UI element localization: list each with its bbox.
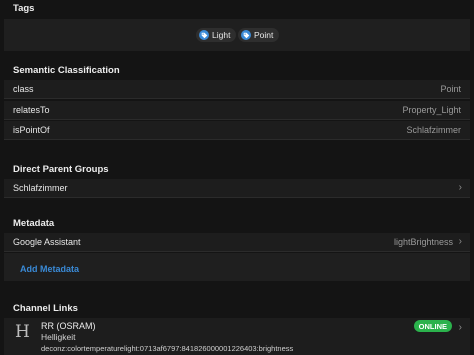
- semantic-key: relatesTo: [13, 105, 50, 115]
- channel-subtitle: Helligkeit: [41, 332, 76, 342]
- chevron-right-icon: ›: [458, 182, 462, 193]
- semantic-row-class: class Point: [4, 80, 470, 99]
- metadata-key: Google Assistant: [13, 237, 81, 247]
- semantic-row-relatesto: relatesTo Property_Light: [4, 101, 470, 120]
- tags-title: Tags: [13, 3, 35, 14]
- channel-title: RR (OSRAM): [41, 321, 96, 331]
- tag-chip-point[interactable]: Point: [238, 28, 280, 42]
- metadata-value: lightBrightness: [393, 237, 453, 247]
- channel-uid: deconz:colortemperaturelight:0713af6797:…: [41, 344, 294, 353]
- chevron-right-icon: ›: [458, 322, 462, 333]
- channel-links-title: Channel Links: [13, 303, 78, 314]
- add-metadata-link[interactable]: Add Metadata: [20, 264, 79, 274]
- parent-groups-title: Direct Parent Groups: [13, 164, 109, 175]
- tag-icon: [199, 30, 209, 40]
- parent-group-item[interactable]: Schlafzimmer ›: [4, 179, 470, 198]
- semantic-key: class: [13, 84, 34, 94]
- tags-container: [4, 19, 470, 51]
- tag-label: Light: [212, 30, 231, 40]
- metadata-title: Metadata: [13, 218, 55, 229]
- chevron-right-icon: ›: [458, 236, 462, 247]
- tag-chip-light[interactable]: Light: [196, 28, 237, 42]
- channel-type-icon: H: [15, 322, 30, 342]
- semantic-title: Semantic Classification: [13, 65, 120, 76]
- metadata-row-google-assistant[interactable]: Google Assistant lightBrightness ›: [4, 233, 470, 252]
- semantic-value: Schlafzimmer: [406, 125, 461, 135]
- semantic-value: Point: [440, 84, 461, 94]
- tag-label: Point: [254, 30, 274, 40]
- semantic-row-ispointof: isPointOf Schlafzimmer: [4, 121, 470, 140]
- parent-group-label: Schlafzimmer: [13, 183, 68, 193]
- semantic-value: Property_Light: [402, 105, 461, 115]
- channel-link-item[interactable]: H RR (OSRAM) Helligkeit deconz:colortemp…: [4, 318, 470, 355]
- tag-icon: [241, 30, 251, 40]
- semantic-key: isPointOf: [13, 125, 50, 135]
- status-badge: ONLINE: [413, 320, 452, 332]
